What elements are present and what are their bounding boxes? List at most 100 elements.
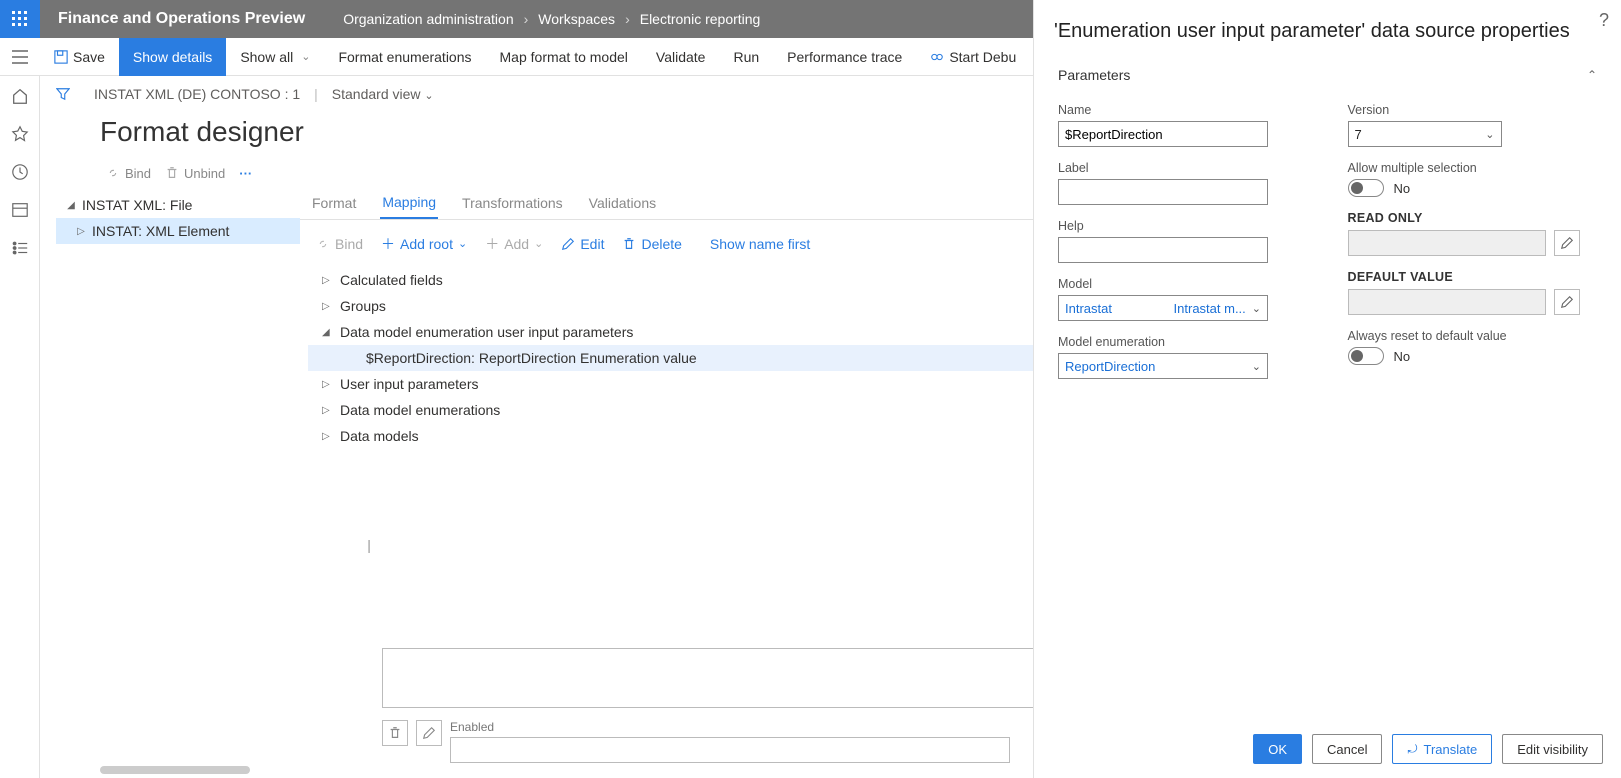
filter-icon[interactable]	[56, 87, 70, 101]
cancel-button[interactable]: Cancel	[1312, 734, 1382, 764]
name-field: Name	[1058, 103, 1308, 147]
tab-mapping[interactable]: Mapping	[380, 194, 438, 219]
chevron-right-icon: ›	[625, 11, 630, 27]
allow-multiple-field: Allow multiple selection No	[1348, 161, 1598, 197]
star-icon[interactable]	[10, 124, 30, 144]
chevron-down-icon: ⌄	[424, 90, 433, 102]
expand-icon[interactable]: ▷	[322, 301, 332, 312]
tree-node-selected[interactable]: ▷ INSTAT: XML Element	[56, 218, 300, 244]
section-header[interactable]: Parameters ⌃	[1058, 67, 1597, 89]
link-icon	[316, 237, 330, 251]
app-launcher-icon[interactable]	[0, 0, 40, 38]
edit-readonly-button[interactable]	[1554, 230, 1580, 256]
expand-icon[interactable]: ▷	[322, 379, 332, 390]
ok-button[interactable]: OK	[1253, 734, 1302, 764]
version-select[interactable]: 7 ⌄	[1348, 121, 1502, 147]
link-icon	[106, 166, 120, 180]
breadcrumb-item[interactable]: Electronic reporting	[640, 11, 761, 27]
trash-icon	[165, 166, 179, 180]
model-enum-field: Model enumeration ReportDirection ⌄	[1058, 335, 1308, 379]
format-tree: ◢ INSTAT XML: File ▷ INSTAT: XML Element	[40, 188, 300, 778]
always-reset-field: Always reset to default value No	[1348, 329, 1598, 365]
hamburger-icon[interactable]	[0, 50, 40, 64]
module-icon[interactable]	[10, 200, 30, 220]
always-reset-toggle[interactable]	[1348, 347, 1384, 365]
plus-icon: ＋	[485, 234, 499, 254]
start-debug-button[interactable]: Start Debu	[916, 38, 1030, 76]
nav-rail	[0, 76, 40, 778]
panel-title: 'Enumeration user input parameter' data …	[1034, 0, 1621, 53]
format-enumerations-button[interactable]: Format enumerations	[324, 38, 485, 76]
pencil-icon	[561, 237, 575, 251]
expand-icon[interactable]: ▷	[322, 275, 332, 286]
enabled-input[interactable]	[450, 737, 1010, 763]
show-all-button[interactable]: Show all ⌄	[226, 38, 324, 76]
delete-button[interactable]: Delete	[616, 233, 687, 255]
chevron-down-icon: ⌄	[534, 237, 543, 250]
expand-icon[interactable]: ▷	[76, 226, 86, 237]
help-field: Help	[1058, 219, 1308, 263]
unbind-button[interactable]: Unbind	[165, 166, 225, 181]
edit-visibility-button[interactable]: Edit visibility	[1502, 734, 1603, 764]
show-name-first-button[interactable]: Show name first	[704, 233, 816, 255]
horizontal-scrollbar[interactable]	[100, 766, 250, 774]
tab-validations[interactable]: Validations	[587, 195, 658, 219]
trash-icon	[622, 237, 636, 251]
view-selector[interactable]: Standard view ⌄	[332, 86, 434, 102]
run-button[interactable]: Run	[719, 38, 773, 76]
show-details-button[interactable]: Show details	[119, 38, 226, 76]
save-button[interactable]: Save	[40, 38, 119, 76]
collapse-icon[interactable]: ◢	[66, 200, 76, 211]
edit-default-button[interactable]	[1554, 289, 1580, 315]
delete-mini-button[interactable]	[382, 720, 408, 746]
plus-icon: ＋	[381, 234, 395, 254]
model-enum-select[interactable]: ReportDirection ⌄	[1058, 353, 1268, 379]
edit-mini-button[interactable]	[416, 720, 442, 746]
collapse-icon[interactable]: ◢	[322, 327, 332, 338]
chevron-down-icon: ⌄	[1252, 302, 1261, 315]
label-input[interactable]	[1058, 179, 1268, 205]
allow-multiple-toggle[interactable]	[1348, 179, 1384, 197]
tree-node[interactable]: ◢ INSTAT XML: File	[56, 192, 300, 218]
bind-button[interactable]: Bind	[106, 166, 151, 181]
chevron-down-icon: ⌄	[458, 237, 467, 250]
map-format-button[interactable]: Map format to model	[486, 38, 642, 76]
expand-icon[interactable]: ▷	[322, 431, 332, 442]
validate-button[interactable]: Validate	[642, 38, 720, 76]
expand-icon[interactable]: ▷	[322, 405, 332, 416]
chevron-right-icon: ›	[524, 11, 529, 27]
splitter-handle[interactable]: ||	[367, 537, 368, 553]
breadcrumb-item[interactable]: Workspaces	[538, 11, 615, 27]
model-select[interactable]: Intrastat Intrastat m... ⌄	[1058, 295, 1268, 321]
properties-panel: ? 'Enumeration user input parameter' dat…	[1033, 0, 1621, 778]
tab-transformations[interactable]: Transformations	[460, 195, 565, 219]
chevron-up-icon: ⌃	[1587, 68, 1597, 82]
version-field: Version 7 ⌄	[1348, 103, 1598, 147]
chevron-down-icon: ⌄	[301, 50, 310, 63]
clock-icon[interactable]	[10, 162, 30, 182]
bind-button[interactable]: Bind	[310, 233, 369, 255]
breadcrumb-item[interactable]: Organization administration	[343, 11, 513, 27]
tab-format[interactable]: Format	[310, 195, 358, 219]
name-input[interactable]	[1058, 121, 1268, 147]
default-value-field: DEFAULT VALUE	[1348, 270, 1598, 315]
breadcrumb: Organization administration › Workspaces…	[323, 11, 760, 27]
home-icon[interactable]	[10, 86, 30, 106]
enabled-label: Enabled	[450, 720, 1010, 734]
performance-trace-button[interactable]: Performance trace	[773, 38, 916, 76]
list-icon[interactable]	[10, 238, 30, 258]
translate-icon: ⤾	[1407, 742, 1417, 757]
chevron-down-icon: ⌄	[1252, 360, 1261, 373]
translate-button[interactable]: ⤾ Translate	[1392, 734, 1492, 764]
save-icon	[54, 50, 68, 64]
edit-button[interactable]: Edit	[555, 233, 610, 255]
help-icon[interactable]: ?	[1599, 10, 1609, 31]
default-value-input	[1348, 289, 1546, 315]
panel-footer: OK Cancel ⤾ Translate Edit visibility	[1034, 720, 1621, 778]
show-all-label: Show all	[240, 49, 293, 65]
doc-id: INSTAT XML (DE) CONTOSO : 1	[94, 86, 300, 102]
help-input[interactable]	[1058, 237, 1268, 263]
more-button[interactable]: ···	[239, 166, 252, 181]
add-button[interactable]: ＋ Add ⌄	[479, 231, 549, 257]
add-root-button[interactable]: ＋ Add root ⌄	[375, 231, 473, 257]
